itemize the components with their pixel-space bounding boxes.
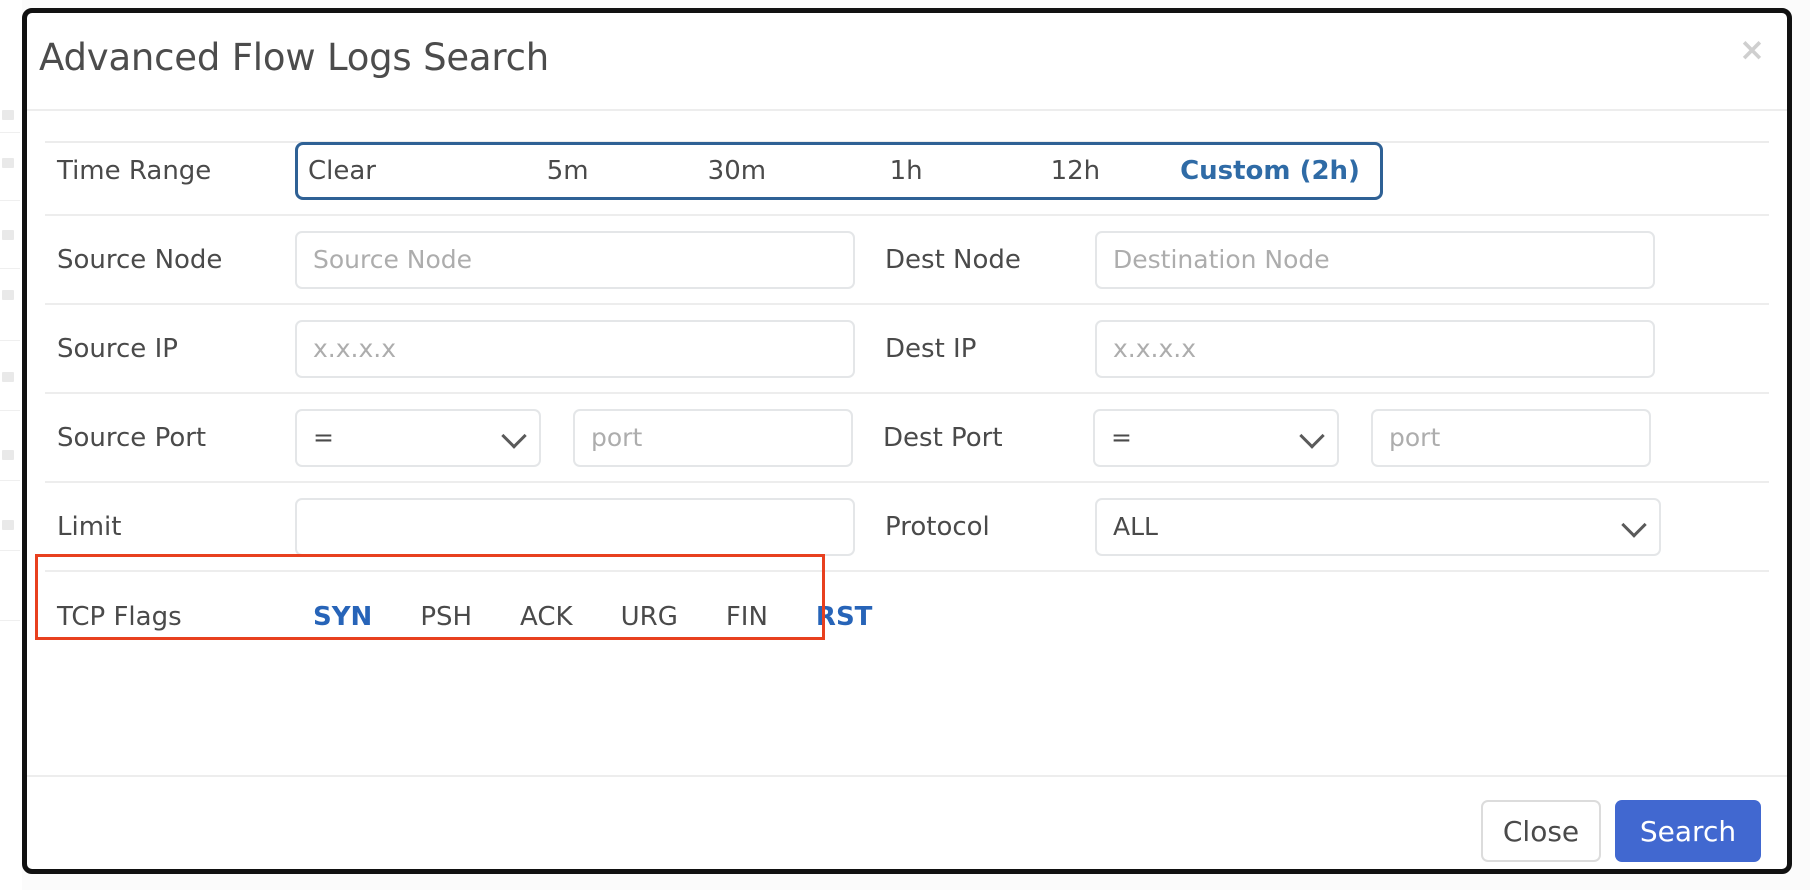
form-row-nodes: Source Node Source Node Dest Node Destin…: [45, 216, 1769, 305]
dest-ip-placeholder: x.x.x.x: [1113, 334, 1197, 363]
dest-port-input[interactable]: port: [1371, 408, 1651, 467]
limit-input[interactable]: [295, 497, 855, 556]
dest-node-label: Dest Node: [885, 244, 1021, 275]
form-row-limit-protocol: Limit Protocol ALL: [45, 483, 1769, 572]
dest-port-operator-value: =: [1111, 423, 1132, 452]
time-range-option-12h[interactable]: 12h: [991, 156, 1160, 186]
chevron-down-icon: [501, 422, 527, 449]
modal-body: Time Range Clear 5m 30m 1h 12h Custom (2…: [27, 127, 1787, 775]
tcp-flag-syn[interactable]: SYN: [313, 602, 372, 632]
tcp-flags-label: TCP Flags: [57, 601, 182, 632]
protocol-label: Protocol: [885, 511, 990, 542]
dest-port-label: Dest Port: [883, 422, 1003, 453]
dest-ip-label: Dest IP: [885, 333, 977, 364]
chevron-down-icon: [1299, 422, 1325, 449]
chevron-down-icon: [1621, 511, 1647, 538]
form-row-tcp-flags: TCP Flags SYN PSH ACK URG FIN RST: [35, 554, 1769, 661]
dest-node-placeholder: Destination Node: [1113, 245, 1330, 274]
protocol-value: ALL: [1113, 512, 1158, 541]
limit-label: Limit: [57, 511, 122, 542]
source-port-operator-value: =: [313, 423, 334, 452]
protocol-select[interactable]: ALL: [1095, 497, 1661, 556]
page-title: Advanced Flow Logs Search: [39, 36, 549, 79]
source-port-label: Source Port: [57, 422, 207, 453]
modal-footer: Close Search: [27, 775, 1787, 869]
source-ip-placeholder: x.x.x.x: [313, 334, 397, 363]
time-range-label: Time Range: [57, 155, 212, 186]
source-port-input[interactable]: port: [573, 408, 853, 467]
background-page-sliver: [0, 0, 22, 890]
source-node-placeholder: Source Node: [313, 245, 473, 274]
source-node-label: Source Node: [57, 244, 223, 275]
tcp-flag-rst[interactable]: RST: [816, 602, 872, 632]
tcp-flag-psh[interactable]: PSH: [420, 602, 472, 632]
time-range-option-5m[interactable]: 5m: [483, 156, 652, 186]
dest-ip-input[interactable]: x.x.x.x: [1095, 319, 1655, 378]
form-row-time-range: Time Range Clear 5m 30m 1h 12h Custom (2…: [45, 127, 1769, 216]
tcp-flag-fin[interactable]: FIN: [726, 602, 768, 632]
dest-port-operator-select[interactable]: =: [1093, 408, 1339, 467]
source-port-placeholder: port: [591, 423, 643, 452]
time-range-option-1h[interactable]: 1h: [822, 156, 991, 186]
search-button[interactable]: Search: [1615, 800, 1761, 862]
source-ip-input[interactable]: x.x.x.x: [295, 319, 855, 378]
form-row-ports: Source Port = port Dest Port = port: [45, 394, 1769, 483]
close-button[interactable]: Close: [1481, 800, 1601, 862]
time-range-option-custom[interactable]: Custom (2h): [1160, 156, 1380, 186]
modal-header: Advanced Flow Logs Search ×: [27, 13, 1787, 111]
tcp-flags-group: TCP Flags SYN PSH ACK URG FIN RST: [35, 554, 872, 661]
dest-port-placeholder: port: [1389, 423, 1441, 452]
time-range-button-group: Clear 5m 30m 1h 12h Custom (2h): [295, 141, 1383, 200]
source-node-input[interactable]: Source Node: [295, 230, 855, 289]
tcp-flag-urg[interactable]: URG: [621, 602, 678, 632]
close-icon[interactable]: ×: [1739, 35, 1765, 66]
form-row-ips: Source IP x.x.x.x Dest IP x.x.x.x: [45, 305, 1769, 394]
time-range-option-clear[interactable]: Clear: [298, 156, 483, 186]
tcp-flag-ack[interactable]: ACK: [520, 602, 573, 632]
source-port-operator-select[interactable]: =: [295, 408, 541, 467]
time-range-option-30m[interactable]: 30m: [652, 156, 821, 186]
dest-node-input[interactable]: Destination Node: [1095, 230, 1655, 289]
source-ip-label: Source IP: [57, 333, 178, 364]
advanced-flow-logs-search-modal: Advanced Flow Logs Search × Time Range C…: [22, 8, 1792, 874]
